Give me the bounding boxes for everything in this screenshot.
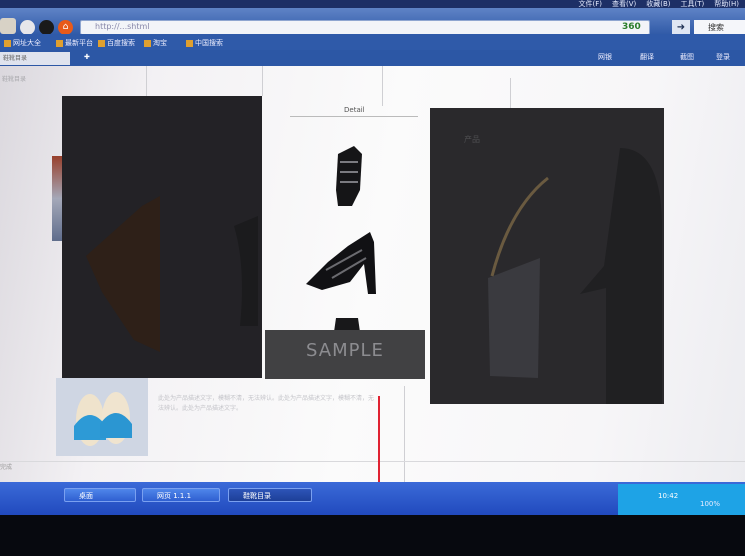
screenshot-button[interactable]: 截图 [680, 52, 694, 62]
tab-bar: 鞋靴目录 ✚ 网银 翻译 截图 登录 [0, 50, 745, 66]
sample-watermark: SAMPLE [306, 340, 384, 361]
accent-line [378, 396, 380, 488]
page-title: 鞋靴目录 [2, 76, 27, 83]
page-content: 鞋靴目录 Detail SAMPLE 产品 此处为产品描述文字，模糊不清，无法辨… [0, 66, 745, 496]
browser-360-badge[interactable]: 360 [622, 22, 641, 32]
right-panel-title: 产品 [464, 135, 480, 144]
clock[interactable]: 10:42 [658, 492, 678, 500]
blue-shoe-thumbnail[interactable] [56, 378, 148, 456]
bank-button[interactable]: 网银 [598, 52, 612, 62]
favorite-label: 中国搜索 [195, 39, 223, 47]
favorite-item[interactable]: 中国搜索 [186, 38, 223, 48]
search-label: 搜索 [708, 23, 724, 32]
shoe-silhouette-left [86, 196, 258, 352]
address-row: ⌂ http://...shtml 360 ➜ 搜索 [0, 8, 745, 35]
back-icon[interactable] [20, 20, 35, 35]
taskbar-item-active[interactable]: 鞋靴目录 [228, 488, 312, 502]
favorite-label: 最新平台 [65, 39, 93, 47]
folder-icon [98, 39, 105, 47]
product-description: 此处为产品描述文字，模糊不清，无法辨认。此处为产品描述文字，模糊不清，无法辨认。… [158, 395, 375, 412]
forward-icon[interactable] [39, 20, 54, 35]
sandal-images[interactable] [266, 94, 430, 334]
home-icon[interactable]: ⌂ [58, 20, 73, 35]
blue-sandal-image [74, 392, 132, 446]
star-icon [4, 39, 11, 47]
side-thumbnail[interactable] [52, 156, 62, 241]
system-tray: 10:42 [618, 484, 745, 515]
favorite-item[interactable]: 百度搜索 [98, 38, 135, 48]
go-arrow-icon[interactable]: ➜ [672, 20, 690, 35]
grid-divider [146, 66, 147, 96]
product-image-right[interactable] [430, 108, 664, 404]
monitor-bezel [0, 515, 745, 556]
detail-column: Detail [266, 94, 430, 334]
grid-divider [404, 386, 405, 482]
taskbar: 桌面 网页 1.1.1 鞋靴目录 10:42 [0, 482, 745, 515]
taskbar-item[interactable]: 网页 1.1.1 [142, 488, 220, 502]
grid-divider [510, 78, 511, 108]
screen: 文件(F) 查看(V) 收藏(B) 工具(T) 帮助(H) ⌂ http://.… [0, 0, 745, 515]
address-bar[interactable]: http://...shtml [80, 20, 650, 35]
login-button[interactable]: 登录 [716, 52, 730, 62]
favorite-label: 网址大全 [13, 39, 41, 47]
folder-icon [186, 39, 193, 47]
favorite-label: 百度搜索 [107, 39, 135, 47]
favorite-item[interactable]: 最新平台 [56, 38, 93, 48]
favorites-bar: 网址大全 最新平台 百度搜索 淘宝 中国搜索 [0, 34, 745, 50]
product-image-left[interactable] [62, 96, 262, 378]
folder-icon [56, 39, 63, 47]
favorite-item[interactable]: 网址大全 [4, 38, 41, 48]
status-text: 完成 [0, 464, 13, 471]
grid-divider [262, 66, 263, 96]
favorite-item[interactable]: 淘宝 [144, 38, 167, 48]
zoom-level[interactable]: 100% [700, 500, 720, 508]
search-box[interactable]: 搜索 [694, 20, 745, 35]
tab-active[interactable]: 鞋靴目录 [0, 52, 70, 65]
translate-button[interactable]: 翻译 [640, 52, 654, 62]
new-tab-icon[interactable]: ✚ [84, 53, 90, 61]
taskbar-item[interactable]: 桌面 [64, 488, 136, 502]
folder-icon [144, 39, 151, 47]
bag-silhouette [488, 148, 662, 404]
address-url: http://...shtml [95, 22, 150, 31]
app-icon[interactable] [0, 18, 16, 34]
favorite-label: 淘宝 [153, 39, 167, 47]
